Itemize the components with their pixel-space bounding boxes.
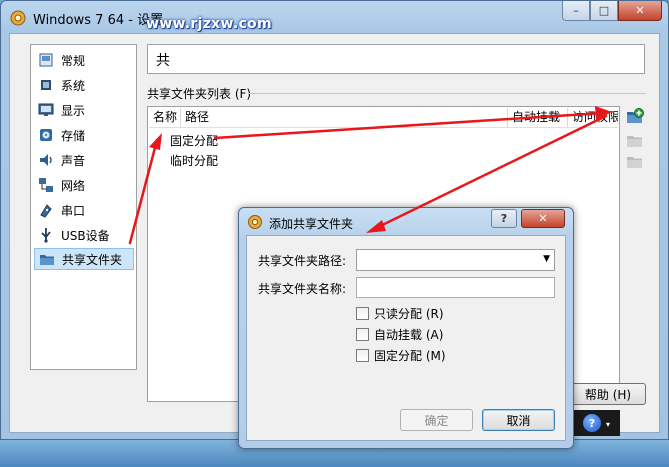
sidebar-item-label: 共享文件夹 bbox=[62, 252, 123, 267]
virtualbox-gear-icon bbox=[248, 215, 262, 229]
table-row-transient[interactable]: 临时分配 bbox=[170, 152, 218, 169]
auto-mount-checkbox-row[interactable]: 自动挂载 (A) bbox=[356, 326, 443, 343]
dialog-title: 添加共享文件夹 bbox=[269, 217, 354, 231]
sidebar-item-system[interactable]: 系统 bbox=[34, 74, 134, 96]
virtualbox-gear-icon bbox=[10, 10, 26, 26]
shared-folders-section-label: 共享文件夹列表 (F) bbox=[147, 87, 252, 101]
sidebar-item-network[interactable]: 网络 bbox=[34, 174, 134, 196]
shared-folder-icon bbox=[40, 255, 54, 265]
tray-help-icon[interactable]: ? bbox=[583, 414, 601, 432]
sidebar-item-label: 存储 bbox=[61, 128, 86, 143]
dialog-close-button[interactable]: ✕ bbox=[521, 209, 565, 228]
general-icon bbox=[39, 53, 53, 67]
page-title-box: 共 bbox=[147, 44, 645, 74]
sidebar-item-shared-folders[interactable]: 共享文件夹 bbox=[34, 248, 134, 270]
permanent-checkbox-row[interactable]: 固定分配 (M) bbox=[356, 347, 446, 364]
settings-sidebar: 常规 系统 显示 存储 声音 网络 串口 USB设备 共享文件夹 bbox=[30, 44, 137, 370]
page-title: 共 bbox=[156, 53, 170, 69]
sidebar-item-label: 网络 bbox=[61, 178, 86, 193]
maximize-button[interactable]: □ bbox=[590, 1, 618, 21]
minimize-button[interactable]: – bbox=[562, 1, 590, 21]
watermark-text: www.rjzxw.com bbox=[146, 16, 272, 32]
sidebar-item-general[interactable]: 常规 bbox=[34, 49, 134, 71]
network-icon bbox=[39, 178, 53, 192]
dialog-help-button[interactable]: ? bbox=[491, 209, 517, 228]
sidebar-item-usb[interactable]: USB设备 bbox=[34, 224, 134, 246]
column-header-access[interactable]: 访问权限 bbox=[568, 108, 618, 127]
folder-name-input[interactable] bbox=[356, 277, 555, 298]
sidebar-item-serial[interactable]: 串口 bbox=[34, 199, 134, 221]
system-chip-icon bbox=[41, 80, 51, 90]
permanent-checkbox[interactable] bbox=[356, 349, 369, 362]
column-header-name[interactable]: 名称 bbox=[149, 108, 181, 127]
read-only-checkbox[interactable] bbox=[356, 307, 369, 320]
section-divider bbox=[248, 93, 646, 94]
auto-mount-label: 自动挂载 (A) bbox=[374, 328, 444, 342]
sidebar-item-storage[interactable]: 存储 bbox=[34, 124, 134, 146]
table-header-divider bbox=[149, 127, 618, 128]
storage-disk-icon bbox=[40, 129, 52, 141]
sidebar-item-label: 显示 bbox=[61, 103, 86, 118]
folder-path-combo[interactable]: ▼ bbox=[356, 249, 555, 271]
remove-shared-folder-icon[interactable] bbox=[626, 152, 644, 170]
permanent-label: 固定分配 (M) bbox=[374, 349, 446, 363]
cancel-button[interactable]: 取消 bbox=[482, 409, 555, 431]
read-only-checkbox-row[interactable]: 只读分配 (R) bbox=[356, 305, 444, 322]
window-title: Windows 7 64 - 设置 bbox=[33, 13, 164, 28]
sidebar-item-label: 常规 bbox=[61, 53, 86, 68]
speaker-icon bbox=[40, 154, 52, 166]
chevron-down-icon[interactable]: ▼ bbox=[543, 254, 550, 264]
folder-path-label: 共享文件夹路径: bbox=[258, 254, 347, 268]
table-row-fixed[interactable]: 固定分配 bbox=[170, 132, 218, 149]
help-button[interactable]: 帮助 (H) bbox=[570, 383, 646, 405]
auto-mount-checkbox[interactable] bbox=[356, 328, 369, 341]
sidebar-item-label: 声音 bbox=[61, 153, 86, 168]
caption-buttons: – □ ✕ bbox=[562, 1, 662, 21]
sidebar-item-display[interactable]: 显示 bbox=[34, 99, 134, 121]
add-shared-folder-dialog: 添加共享文件夹 ? ✕ 共享文件夹路径: ▼ 共享文件夹名称: 只读分配 (R)… bbox=[238, 207, 574, 449]
read-only-label: 只读分配 (R) bbox=[374, 307, 444, 321]
usb-icon bbox=[41, 228, 51, 243]
sidebar-item-audio[interactable]: 声音 bbox=[34, 149, 134, 171]
serial-port-icon bbox=[40, 204, 52, 218]
close-button[interactable]: ✕ bbox=[618, 1, 662, 21]
dialog-body: 共享文件夹路径: ▼ 共享文件夹名称: 只读分配 (R) 自动挂载 (A) 固定… bbox=[246, 235, 566, 441]
folder-name-label: 共享文件夹名称: bbox=[258, 282, 347, 296]
add-shared-folder-icon[interactable] bbox=[626, 107, 644, 125]
column-header-auto-mount[interactable]: 自动挂载 bbox=[508, 108, 568, 127]
sidebar-item-label: 系统 bbox=[61, 78, 86, 93]
tray-chevron-down-icon[interactable]: ▾ bbox=[606, 420, 610, 429]
column-header-path[interactable]: 路径 bbox=[181, 108, 508, 127]
ok-button[interactable]: 确定 bbox=[400, 409, 473, 431]
sidebar-item-label: USB设备 bbox=[61, 228, 110, 243]
edit-shared-folder-icon[interactable] bbox=[626, 131, 644, 149]
sidebar-item-label: 串口 bbox=[61, 203, 86, 218]
display-monitor-icon bbox=[38, 103, 54, 116]
